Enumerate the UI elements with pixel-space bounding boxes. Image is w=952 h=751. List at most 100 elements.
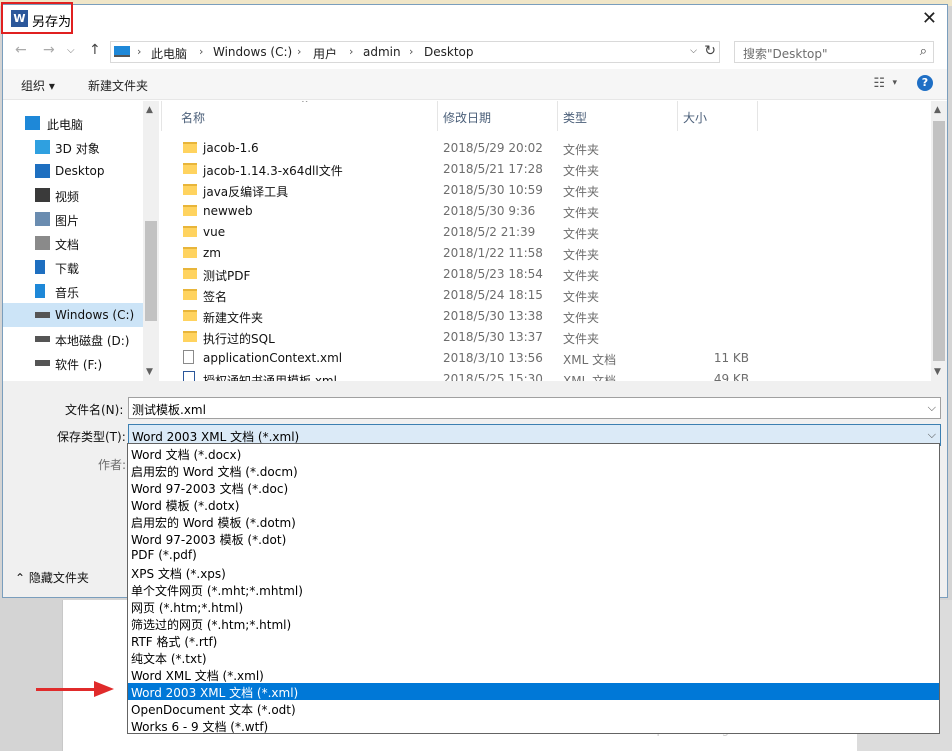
column-header-date[interactable]: 修改日期 [443,109,491,126]
file-date: 2018/5/24 18:15 [443,288,543,302]
filetype-option-label: 启用宏的 Word 模板 (*.dotm) [131,516,296,530]
word-document-icon [183,371,195,381]
file-row[interactable]: zm 2018/1/22 11:58 文件夹 [161,243,931,264]
nav-scrollbar[interactable]: ▲ ▼ [143,101,159,381]
file-date: 2018/5/30 9:36 [443,204,536,218]
refresh-icon[interactable]: ↻ [704,43,716,59]
scroll-up-icon[interactable]: ▲ [934,105,941,115]
nav-scroll-thumb[interactable] [145,221,157,321]
address-dropdown-icon[interactable]: ⌵ [690,46,697,56]
file-name: zm [203,246,221,260]
computer-icon [25,116,40,130]
nav-item[interactable]: 3D 对象 [3,135,143,159]
search-input[interactable]: 搜索"Desktop" ⌕ [734,41,934,63]
cube-3d-icon [35,140,50,154]
nav-item-label: 下载 [55,262,80,276]
filetype-option[interactable]: 网页 (*.htm;*.html) [128,598,939,615]
forward-button[interactable]: → [43,42,55,58]
close-icon[interactable]: ✕ [922,8,937,29]
file-row[interactable]: jacob-1.14.3-x64dll文件 2018/5/21 17:28 文件夹 [161,159,931,180]
filename-label: 文件名(N): [65,403,124,417]
breadcrumb-item[interactable]: 用户 [313,45,337,62]
file-date: 2018/5/30 10:59 [443,183,543,197]
scroll-down-icon[interactable]: ▼ [146,367,153,377]
file-list-pane: ^ 名称 修改日期 类型 大小 jacob-1.6 2018/5/29 20:02… [161,101,947,381]
organize-button[interactable]: 组织 ▾ [21,77,55,94]
recent-dropdown-icon[interactable]: ⌵ [67,45,75,56]
nav-item[interactable]: Windows (C:) [3,303,143,327]
nav-item-label: 此电脑 [47,118,84,132]
nav-item[interactable]: 图片 [3,207,143,231]
chevron-down-icon[interactable]: ⌵ [928,428,936,442]
filetype-option[interactable]: Word 模板 (*.dotx) [128,496,939,513]
filetype-option[interactable]: 启用宏的 Word 文档 (*.docm) [128,462,939,479]
column-header-size[interactable]: 大小 [683,109,707,126]
folder-icon [183,289,197,300]
new-folder-button[interactable]: 新建文件夹 [88,77,148,94]
nav-item[interactable]: 此电脑 [3,111,143,135]
back-button[interactable]: ← [15,42,27,58]
nav-item-label: Windows (C:) [55,308,135,322]
filetype-option[interactable]: 纯文本 (*.txt) [128,649,939,666]
view-options-icon[interactable]: ☷ [873,76,885,91]
column-header-type[interactable]: 类型 [563,109,587,126]
file-row[interactable]: jacob-1.6 2018/5/29 20:02 文件夹 [161,138,931,159]
file-row[interactable]: 授权通知书通用模板.xml 2018/5/25 15:30 XML 文档 49 KB [161,369,931,381]
nav-item[interactable]: 下载 [3,255,143,279]
file-name: 执行过的SQL [203,332,275,346]
file-scroll-thumb[interactable] [933,121,945,361]
nav-item[interactable]: 音乐 [3,279,143,303]
help-icon[interactable]: ? [917,75,933,91]
scroll-down-icon[interactable]: ▼ [934,367,941,377]
file-row[interactable]: 签名 2018/5/24 18:15 文件夹 [161,285,931,306]
column-header-name[interactable]: 名称 [181,109,205,126]
filetype-option[interactable]: 启用宏的 Word 模板 (*.dotm) [128,513,939,530]
filetype-option[interactable]: Works 6 - 9 文档 (*.wtf) [128,717,939,734]
filetype-option-label: 筛选过的网页 (*.htm;*.html) [131,618,292,632]
file-scrollbar[interactable]: ▲ ▼ [931,101,947,381]
title-highlight-box [1,2,73,34]
filetype-option[interactable]: OpenDocument 文本 (*.odt) [128,700,939,717]
filetype-option[interactable]: PDF (*.pdf) [128,547,939,564]
filetype-option-label: Word 97-2003 模板 (*.dot) [131,533,287,547]
hide-folders-button[interactable]: ⌃ 隐藏文件夹 [15,569,89,586]
address-bar[interactable]: › 此电脑 › Windows (C:) › 用户 › admin › Desk… [110,41,720,63]
chevron-down-icon[interactable]: ⌵ [928,401,936,415]
filetype-option[interactable]: 筛选过的网页 (*.htm;*.html) [128,615,939,632]
view-dropdown-icon[interactable]: ▾ [892,78,897,88]
filename-field[interactable]: 测试模板.xml ⌵ [128,397,941,419]
nav-item[interactable]: 视频 [3,183,143,207]
title-bar: W 另存为 ✕ [1,2,947,35]
filetype-option[interactable]: Word 2003 XML 文档 (*.xml) [128,683,939,700]
breadcrumb-item[interactable]: admin [363,45,401,59]
file-date: 2018/1/22 11:58 [443,246,543,260]
filetype-option[interactable]: RTF 格式 (*.rtf) [128,632,939,649]
filetype-option[interactable]: Word 97-2003 模板 (*.dot) [128,530,939,547]
file-row[interactable]: 测试PDF 2018/5/23 18:54 文件夹 [161,264,931,285]
nav-item[interactable]: 软件 (F:) [3,351,143,375]
nav-item[interactable]: 文档 [3,231,143,255]
scroll-up-icon[interactable]: ▲ [146,105,153,115]
up-button[interactable]: ↑ [89,42,101,58]
nav-item[interactable]: Desktop [3,159,143,183]
breadcrumb-item[interactable]: Windows (C:) [213,45,292,59]
breadcrumb-item[interactable]: Desktop [424,45,474,59]
filetype-option[interactable]: XPS 文档 (*.xps) [128,564,939,581]
filetype-option[interactable]: 单个文件网页 (*.mht;*.mhtml) [128,581,939,598]
file-row[interactable]: java反编译工具 2018/5/30 10:59 文件夹 [161,180,931,201]
folder-icon [183,310,197,321]
file-row[interactable]: vue 2018/5/2 21:39 文件夹 [161,222,931,243]
file-row[interactable]: 执行过的SQL 2018/5/30 13:37 文件夹 [161,327,931,348]
filetype-option[interactable]: Word 文档 (*.docx) [128,445,939,462]
file-row[interactable]: 新建文件夹 2018/5/30 13:38 文件夹 [161,306,931,327]
nav-item[interactable]: 本地磁盘 (D:) [3,327,143,351]
file-row[interactable]: applicationContext.xml 2018/3/10 13:56 XML… [161,348,931,369]
filetype-option[interactable]: Word XML 文档 (*.xml) [128,666,939,683]
folder-icon [183,226,197,237]
breadcrumb-item[interactable]: 此电脑 [151,45,187,62]
file-row[interactable]: newweb 2018/5/30 9:36 文件夹 [161,201,931,222]
drive-icon [35,312,50,318]
filetype-option[interactable]: Word 97-2003 文档 (*.doc) [128,479,939,496]
folder-icon [183,142,197,153]
folder-icon [183,184,197,195]
